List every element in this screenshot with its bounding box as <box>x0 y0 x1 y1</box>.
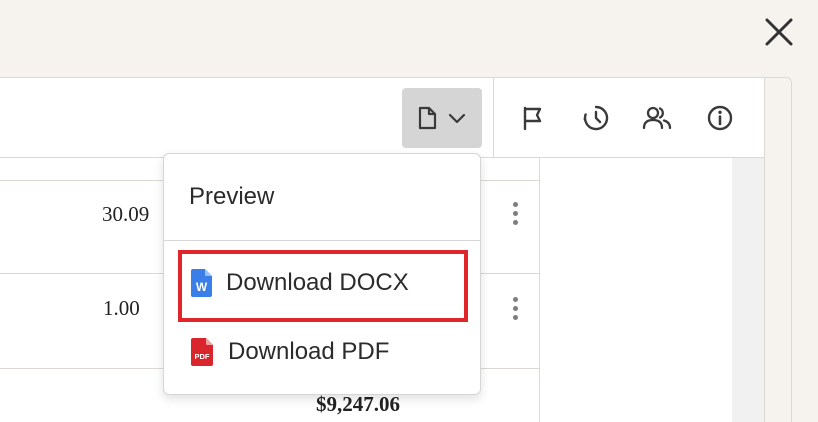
history-button[interactable] <box>576 98 616 138</box>
flag-button[interactable] <box>513 98 553 138</box>
kebab-dot <box>512 296 518 302</box>
toolbar-divider <box>493 78 494 158</box>
menu-divider <box>164 240 480 241</box>
row-actions-button[interactable] <box>506 196 524 230</box>
total-value: $9,247.06 <box>316 392 400 416</box>
history-icon <box>583 105 609 131</box>
document-icon <box>418 106 437 130</box>
document-dropdown-menu: Preview W Download DOCX PDF Download PDF <box>163 153 481 395</box>
pdf-file-icon: PDF <box>191 338 213 366</box>
menu-item-label: Download PDF <box>228 338 390 365</box>
panel-edge <box>764 78 791 422</box>
table-row-value: 1.00 <box>103 296 140 320</box>
kebab-dot <box>512 219 518 225</box>
users-icon <box>642 106 672 130</box>
close-icon <box>765 18 793 46</box>
document-menu-button[interactable] <box>402 88 482 148</box>
kebab-dot <box>512 314 518 320</box>
kebab-dot <box>512 201 518 207</box>
pdf-icon-text: PDF <box>195 352 210 361</box>
menu-item-download-pdf[interactable]: PDF Download PDF <box>164 324 480 380</box>
menu-item-label: Preview <box>189 183 275 210</box>
scrollbar-track[interactable] <box>732 158 764 422</box>
table-row-value: 30.09 <box>102 202 150 226</box>
close-button[interactable] <box>761 14 797 50</box>
flag-icon <box>523 106 542 131</box>
highlight-box <box>178 250 468 322</box>
row-actions-button[interactable] <box>506 291 524 325</box>
chevron-down-icon <box>448 113 466 124</box>
menu-item-preview[interactable]: Preview <box>164 169 480 225</box>
info-icon <box>707 105 733 131</box>
info-button[interactable] <box>700 98 740 138</box>
toolbar <box>0 78 764 158</box>
users-button[interactable] <box>637 98 677 138</box>
kebab-dot <box>512 305 518 311</box>
kebab-dot <box>512 210 518 216</box>
